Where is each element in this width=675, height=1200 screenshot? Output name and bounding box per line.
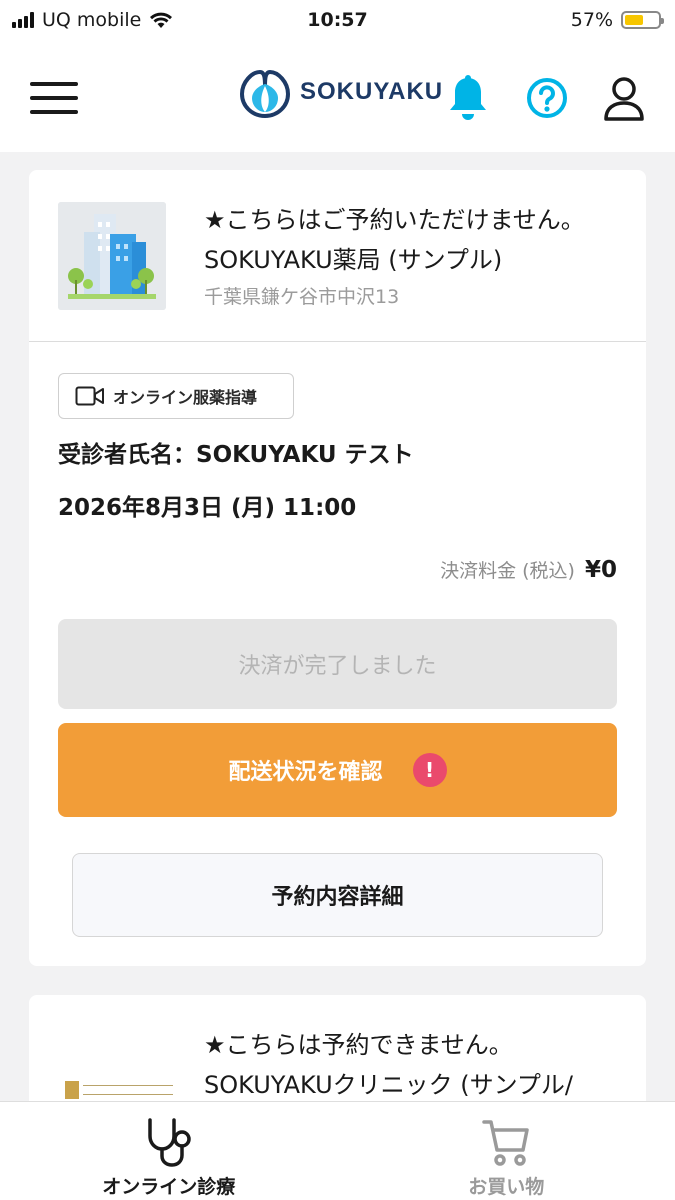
service-tag: オンライン服薬指導 — [58, 373, 294, 419]
reservation-datetime: 2026年8月3日 (月) 11:00 — [58, 495, 357, 521]
tab-online-consultation[interactable]: オンライン診療 — [0, 1102, 338, 1200]
logo[interactable]: SOKUYAKU — [238, 66, 443, 118]
pharmacy-name: SOKUYAKU薬局 (サンプル) — [204, 246, 503, 274]
battery-fill — [625, 15, 644, 25]
stethoscope-icon — [148, 1118, 191, 1167]
building-icon — [58, 202, 166, 310]
reservation-detail-label: 予約内容詳細 — [271, 885, 404, 910]
clinic-name: SOKUYAKUクリニック (サンプル/ — [204, 1071, 574, 1099]
reservation-notice: ★こちらはご予約いただけません。 — [204, 206, 585, 234]
reservation-card: ★こちらはご予約いただけません。 SOKUYAKU薬局 (サンプル) 千葉県鎌ケ… — [29, 170, 646, 966]
clinic-logo-wordmark — [83, 1085, 173, 1095]
payment-completed-button: 決済が完了しました — [58, 619, 617, 709]
reservation-2-notice: ★こちらは予約できません。 — [204, 1031, 513, 1059]
tab-shopping-label: お買い物 — [468, 1176, 545, 1198]
app-header: SOKUYAKU — [0, 40, 675, 152]
battery-percent: 57% — [570, 9, 613, 31]
fee-value: ¥0 — [584, 557, 617, 583]
pharmacy-summary[interactable]: ★こちらはご予約いただけません。 SOKUYAKU薬局 (サンプル) 千葉県鎌ケ… — [29, 170, 646, 342]
menu-icon[interactable] — [30, 80, 78, 116]
user-icon[interactable] — [602, 76, 646, 122]
battery-icon — [621, 11, 664, 29]
service-tag-label: オンライン服薬指導 — [113, 388, 258, 407]
fee-label: 決済料金 (税込) — [440, 560, 575, 582]
tab-shopping[interactable]: お買い物 — [338, 1102, 675, 1200]
status-left: UQ mobile — [12, 9, 173, 31]
wifi-icon — [150, 12, 173, 28]
help-icon[interactable] — [526, 77, 568, 119]
pharmacy-address: 千葉県鎌ケ谷市中沢13 — [204, 286, 400, 308]
carrier-name: UQ mobile — [42, 9, 142, 31]
video-camera-icon — [75, 386, 104, 406]
pharmacy-text: ★こちらはご予約いただけません。 SOKUYAKU薬局 (サンプル) 千葉県鎌ケ… — [204, 200, 585, 314]
patient-name: 受診者氏名：SOKUYAKU テスト — [58, 442, 414, 468]
logo-text: SOKUYAKU — [300, 78, 444, 105]
signal-icon — [12, 12, 34, 28]
bottom-tab-bar: オンライン診療 お買い物 — [0, 1101, 675, 1200]
clinic-logo-mark — [65, 1081, 79, 1099]
alert-badge-icon: ! — [412, 753, 447, 787]
clinic-text: ★こちらは予約できません。 SOKUYAKUクリニック (サンプル/ — [204, 1025, 573, 1105]
clinic-logo — [65, 1081, 173, 1099]
tab-online-consultation-label: オンライン診療 — [102, 1176, 236, 1198]
payment-completed-label: 決済が完了しました — [238, 654, 437, 679]
logo-mark-icon — [239, 69, 291, 118]
bell-icon[interactable] — [446, 74, 490, 122]
check-delivery-button[interactable]: 配送状況を確認 ! — [58, 723, 617, 817]
status-right: 57% — [570, 9, 664, 31]
payment-fee: 決済料金 (税込) ¥0 — [440, 556, 617, 583]
check-delivery-label: 配送状況を確認 — [228, 760, 383, 785]
pharmacy-image — [58, 202, 166, 310]
status-bar: UQ mobile 10:57 57% — [0, 0, 675, 40]
reservation-detail-button[interactable]: 予約内容詳細 — [72, 853, 603, 937]
cart-icon — [482, 1120, 529, 1166]
